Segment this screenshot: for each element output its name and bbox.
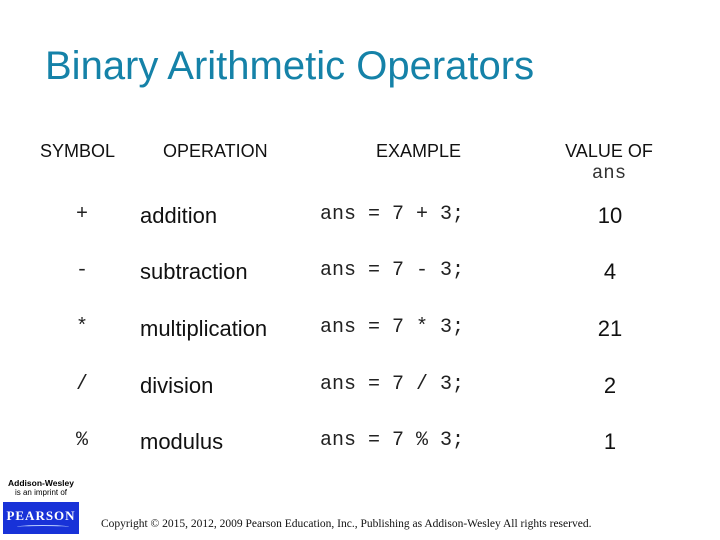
operator-symbol: / (75, 373, 88, 396)
slide-title: Binary Arithmetic Operators (45, 44, 535, 88)
logo-addison-wesley: Addison-Wesley (8, 478, 74, 488)
operator-symbol: - (75, 259, 88, 282)
operation-name: addition (140, 203, 218, 228)
result-value: 2 (603, 373, 617, 398)
code-example: ans = 7 + 3; (320, 203, 465, 226)
operator-row: / division ans = 7 / 3; 2 (0, 373, 720, 413)
code-example: ans = 7 / 3; (320, 373, 465, 396)
header-example: EXAMPLE (376, 141, 462, 161)
code-example: ans = 7 - 3; (320, 259, 465, 282)
operator-row: % modulus ans = 7 % 3; 1 (0, 429, 720, 469)
header-symbol: SYMBOL (40, 141, 116, 161)
code-example: ans = 7 % 3; (320, 429, 465, 452)
result-value: 21 (597, 316, 623, 341)
logo-imprint-text: is an imprint of (14, 488, 68, 497)
operator-row: + addition ans = 7 + 3; 10 (0, 203, 720, 243)
code-example: ans = 7 * 3; (320, 316, 465, 339)
operation-name: subtraction (140, 259, 248, 284)
header-operation: OPERATION (163, 141, 268, 161)
operation-name: modulus (140, 429, 224, 454)
operation-name: multiplication (140, 316, 268, 341)
header-value-of-label: VALUE OF (565, 141, 653, 161)
operation-name: division (140, 373, 214, 398)
operator-row: * multiplication ans = 7 * 3; 21 (0, 316, 720, 356)
operator-row: - subtraction ans = 7 - 3; 4 (0, 259, 720, 299)
publisher-logo: Addison-Wesley is an imprint of PEARSON (3, 479, 79, 534)
copyright-notice: Copyright © 2015, 2012, 2009 Pearson Edu… (101, 518, 592, 530)
header-value-of-variable: ans (591, 162, 627, 184)
operator-symbol: % (75, 429, 88, 452)
result-value: 1 (603, 429, 617, 454)
result-value: 10 (597, 203, 623, 228)
logo-pearson-text: PEARSON (6, 508, 76, 523)
operator-symbol: + (75, 203, 88, 226)
logo-swoosh-icon (17, 525, 69, 529)
header-value-of: VALUE OF ans (560, 141, 658, 184)
operator-symbol: * (75, 316, 88, 339)
result-value: 4 (603, 259, 617, 284)
logo-pearson: PEARSON (3, 502, 79, 534)
